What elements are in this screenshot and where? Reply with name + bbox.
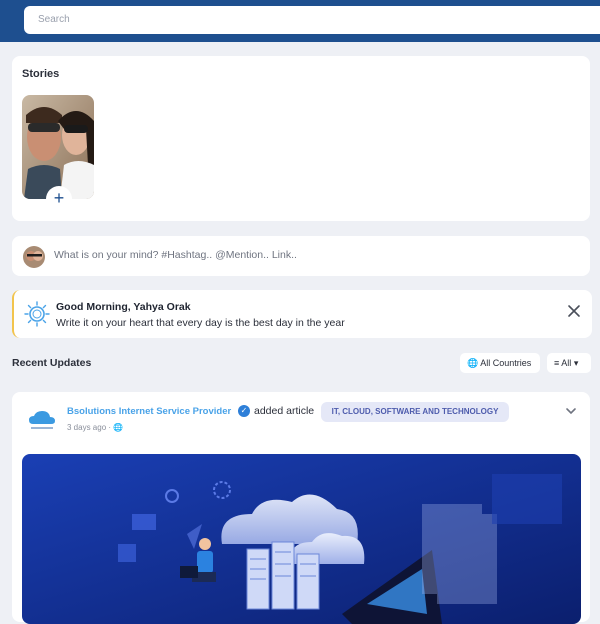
list-icon: ≡ [554, 358, 560, 368]
post-timestamp: 3 days ago · 🌐 [67, 423, 124, 432]
company-logo [29, 411, 55, 429]
search-input[interactable]: Search [24, 6, 600, 34]
composer-placeholder[interactable]: What is on your mind? #Hashtag.. @Mentio… [54, 249, 297, 261]
chevron-down-icon: ▾ [573, 358, 579, 368]
post-composer[interactable]: What is on your mind? #Hashtag.. @Mentio… [12, 236, 590, 276]
close-icon[interactable] [566, 303, 582, 319]
verified-badge-icon: ✓ [238, 405, 250, 417]
top-navigation-bar: Search [0, 0, 600, 42]
cloud-technology-illustration [22, 454, 581, 624]
add-story-button[interactable]: + [48, 188, 70, 210]
stories-title: Stories [22, 68, 60, 80]
greeting-title: Good Morning, Yahya Orak [56, 301, 191, 313]
sun-icon [24, 301, 50, 327]
post-author-link[interactable]: Bsolutions Internet Service Provider [67, 406, 231, 417]
story-thumbnail[interactable] [22, 95, 94, 199]
story-photo [22, 95, 94, 199]
all-filter-dropdown[interactable]: ≡ All ▾ [547, 353, 591, 373]
post-card: Bsolutions Internet Service Provider ✓ a… [12, 392, 590, 624]
recent-updates-title: Recent Updates [12, 357, 92, 369]
greeting-message: Write it on your heart that every day is… [56, 317, 345, 329]
greeting-banner: Good Morning, Yahya Orak Write it on you… [12, 290, 592, 338]
all-filter-label: All [561, 358, 572, 368]
chevron-down-icon[interactable] [564, 404, 578, 418]
post-image[interactable] [22, 454, 581, 624]
stories-card: Stories + [12, 56, 590, 221]
globe-icon: 🌐 [467, 358, 479, 368]
post-action-text: added article [254, 405, 315, 417]
avatar [23, 246, 45, 268]
countries-filter-button[interactable]: 🌐 All Countries [460, 353, 540, 373]
countries-filter-label: All Countries [480, 358, 532, 368]
category-tag[interactable]: IT, CLOUD, SOFTWARE AND TECHNOLOGY [321, 402, 509, 422]
